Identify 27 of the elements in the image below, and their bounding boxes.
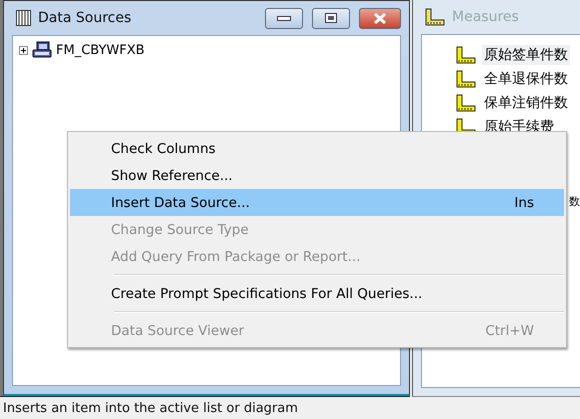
pane-title: Measures — [452, 9, 519, 25]
minimize-button[interactable] — [265, 8, 303, 28]
columns-icon — [16, 10, 31, 26]
menu-item[interactable]: Create Prompt Specifications For All Queries... — [70, 280, 564, 307]
measure-label[interactable]: 原始签单件数 — [482, 45, 570, 65]
ruler-icon — [456, 70, 476, 88]
shortcut-text: Ctrl+W — [485, 322, 534, 338]
shortcut-text: Ins — [514, 194, 534, 210]
minimize-icon — [277, 16, 291, 20]
window-title: Data Sources — [38, 10, 132, 26]
ruler-icon — [425, 8, 445, 26]
maximize-icon — [325, 13, 337, 23]
expand-icon[interactable] — [19, 46, 28, 54]
menu-item[interactable]: Show Reference... — [70, 162, 564, 189]
ruler-icon — [456, 94, 476, 112]
maximize-button[interactable] — [312, 8, 350, 28]
menu-item[interactable]: Insert Data Source... Ins — [70, 189, 564, 216]
data-source-label[interactable]: FM_CBYWFXB — [56, 42, 145, 58]
status-text: Inserts an item into the active list or diagram — [3, 400, 298, 416]
ruler-icon — [456, 46, 476, 64]
measure-label[interactable]: 数 — [569, 194, 580, 208]
database-icon — [31, 41, 53, 59]
measure-label[interactable]: 保单注销件数 — [482, 93, 570, 113]
measure-label[interactable]: 全单退保件数 — [482, 69, 570, 89]
menu-item[interactable]: Check Columns — [70, 135, 564, 162]
close-button[interactable] — [359, 8, 401, 28]
close-icon — [373, 12, 387, 24]
